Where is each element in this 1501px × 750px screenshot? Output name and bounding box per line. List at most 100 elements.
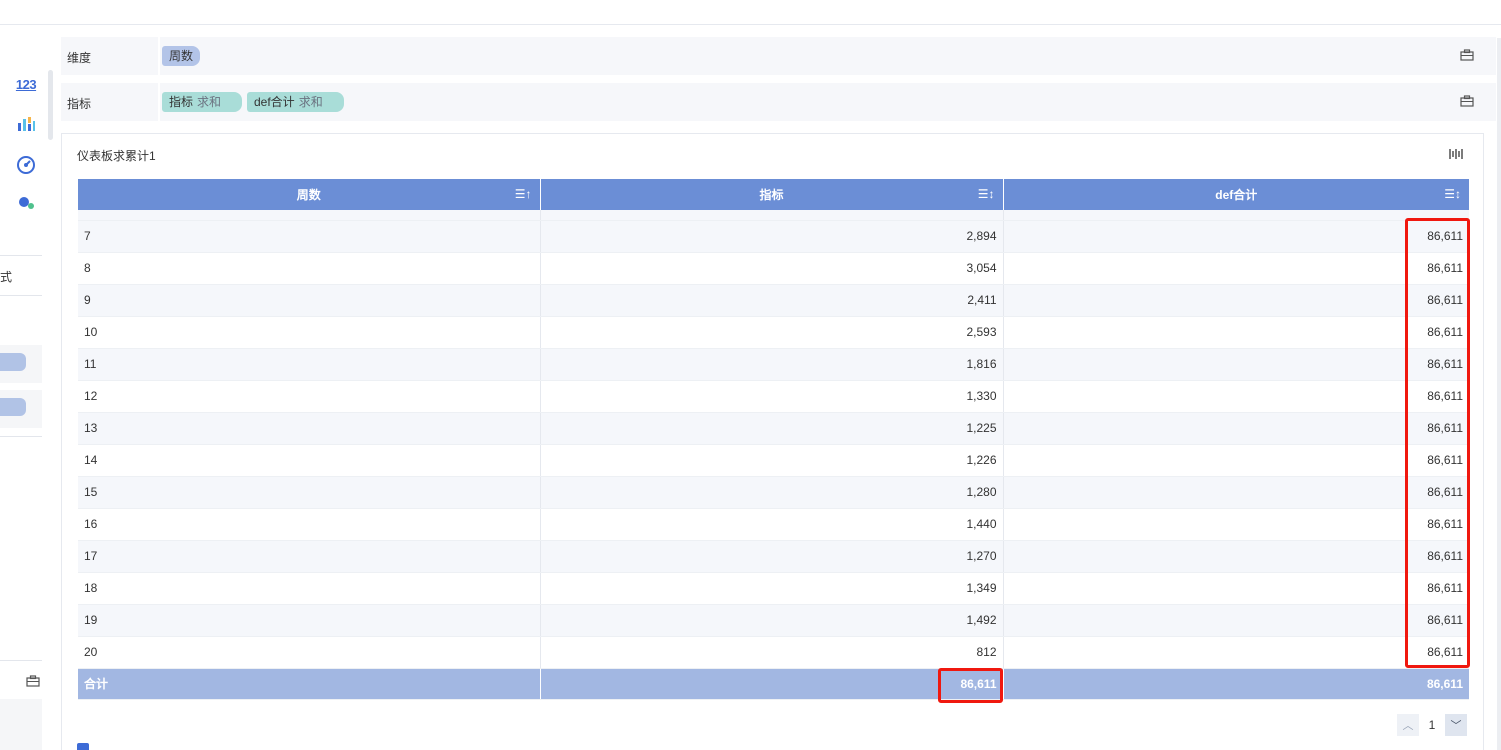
dimension-row: 维度 周数 [61, 37, 1496, 75]
number-type-icon[interactable]: 123 [14, 73, 38, 95]
toolbox-icon[interactable] [26, 675, 40, 690]
table-cell [1003, 210, 1469, 221]
checkbox[interactable] [77, 743, 89, 750]
def-total-cell: 86,611 [1003, 444, 1469, 477]
measure-pill[interactable]: 指标 求和 [162, 92, 242, 112]
column-header-def-total[interactable]: def合计 ☰↕ [1003, 179, 1469, 210]
def-total-cell: 86,611 [1003, 412, 1469, 445]
def-total-cell: 86,611 [1003, 540, 1469, 573]
dimension-pill-label: 周数 [169, 49, 194, 63]
def-total-cell: 86,611 [1003, 572, 1469, 605]
table-row[interactable]: 8 3,054 86,611 [78, 252, 1469, 285]
def-total-cell: 86,611 [1003, 476, 1469, 509]
panel-scrollbar[interactable] [48, 70, 53, 140]
total-row: 合计 86,611 86,611 [78, 668, 1469, 700]
dot-scatter-icon[interactable] [14, 191, 38, 213]
def-total-cell: 86,611 [1003, 636, 1469, 669]
gauge-icon[interactable] [14, 154, 38, 176]
week-cell: 9 [78, 284, 541, 317]
def-total-cell: 86,611 [1003, 316, 1469, 349]
week-cell: 13 [78, 412, 541, 445]
sort-icon[interactable]: ☰↕ [978, 187, 995, 201]
metric-cell: 1,816 [540, 348, 1004, 381]
sort-icon[interactable]: ☰↑ [515, 187, 532, 201]
total-label-cell: 合计 [78, 668, 541, 700]
table-row[interactable]: 9 2,411 86,611 [78, 284, 1469, 317]
measure-row: 指标 指标 求和 def合计 求和 [61, 83, 1496, 121]
column-header-label: 周数 [296, 188, 321, 202]
column-settings-icon[interactable] [1449, 148, 1463, 163]
pagination: ︿ 1 ﹀ [1397, 714, 1467, 736]
table-row[interactable]: 15 1,280 86,611 [78, 476, 1469, 509]
metric-cell: 1,270 [540, 540, 1004, 573]
chevron-down-icon[interactable]: ﹀ [1445, 714, 1467, 736]
table-cell [540, 210, 1004, 221]
table-row[interactable]: 16 1,440 86,611 [78, 508, 1469, 541]
table-row[interactable]: 20 812 86,611 [78, 636, 1469, 669]
page-number: 1 [1428, 718, 1436, 732]
measure-pill[interactable]: def合计 求和 [247, 92, 344, 112]
column-header-metric[interactable]: 指标 ☰↕ [540, 179, 1004, 210]
week-cell: 20 [78, 636, 541, 669]
metric-cell: 1,226 [540, 444, 1004, 477]
table-row[interactable]: 7 2,894 86,611 [78, 220, 1469, 253]
metric-cell: 1,225 [540, 412, 1004, 445]
metric-cell: 2,411 [540, 284, 1004, 317]
measure-pill-agg: 求和 [197, 95, 222, 109]
week-cell: 8 [78, 252, 541, 285]
table-row[interactable]: 17 1,270 86,611 [78, 540, 1469, 573]
left-field-chip[interactable] [0, 390, 42, 428]
bar-chart-icon[interactable] [14, 113, 38, 135]
table-row[interactable]: 18 1,349 86,611 [78, 572, 1469, 605]
total-metric-cell: 86,611 [540, 668, 1004, 700]
metric-cell: 1,349 [540, 572, 1004, 605]
metric-cell: 812 [540, 636, 1004, 669]
column-header-week[interactable]: 周数 ☰↑ [78, 179, 541, 210]
measure-pill-name: 指标 [169, 95, 194, 109]
metric-cell: 1,280 [540, 476, 1004, 509]
def-total-cell: 86,611 [1003, 284, 1469, 317]
week-cell: 12 [78, 380, 541, 413]
week-cell: 10 [78, 316, 541, 349]
week-cell: 14 [78, 444, 541, 477]
metric-cell: 2,894 [540, 220, 1004, 253]
table-row[interactable]: 14 1,226 86,611 [78, 444, 1469, 477]
table-row[interactable]: 12 1,330 86,611 [78, 380, 1469, 413]
table-cell [78, 210, 541, 221]
left-bottom-panel [0, 699, 42, 750]
def-total-cell: 86,611 [1003, 508, 1469, 541]
week-cell: 19 [78, 604, 541, 637]
chart-type-panel: 123 式 [0, 25, 53, 750]
week-cell: 16 [78, 508, 541, 541]
table-row[interactable]: 19 1,492 86,611 [78, 604, 1469, 637]
chevron-up-icon[interactable]: ︿ [1397, 714, 1419, 736]
metric-cell: 1,492 [540, 604, 1004, 637]
measure-label: 指标 [67, 97, 92, 111]
dimension-label: 维度 [67, 51, 92, 65]
left-field-chip[interactable] [0, 345, 42, 383]
toolbox-icon[interactable] [1460, 95, 1474, 110]
page-scrollbar[interactable] [1497, 38, 1501, 750]
table-row[interactable]: 10 2,593 86,611 [78, 316, 1469, 349]
dimension-drop-area[interactable]: 周数 [158, 37, 1445, 75]
table-row[interactable]: 11 1,816 86,611 [78, 348, 1469, 381]
divider [0, 295, 42, 296]
widget-title: 仪表板求累计1 [77, 149, 156, 163]
measure-pill-agg: 求和 [298, 95, 323, 109]
number-type-label: 123 [15, 76, 37, 92]
sort-icon[interactable]: ☰↕ [1444, 187, 1461, 201]
week-cell: 15 [78, 476, 541, 509]
measure-drop-area[interactable]: 指标 求和 def合计 求和 [158, 83, 1445, 121]
measure-pill-name: def合计 [254, 95, 295, 109]
table-row[interactable]: 13 1,225 86,611 [78, 412, 1469, 445]
week-cell: 11 [78, 348, 541, 381]
total-def-cell: 86,611 [1003, 668, 1469, 700]
metric-cell: 3,054 [540, 252, 1004, 285]
dimension-pill[interactable]: 周数 [162, 46, 201, 66]
table-header-row: 周数 ☰↑ 指标 ☰↕ def合计 ☰↕ [78, 179, 1469, 210]
metric-cell: 2,593 [540, 316, 1004, 349]
week-cell: 18 [78, 572, 541, 605]
column-header-label: 指标 [759, 188, 784, 202]
style-tab-label[interactable]: 式 [0, 268, 12, 285]
toolbox-icon[interactable] [1460, 49, 1474, 64]
